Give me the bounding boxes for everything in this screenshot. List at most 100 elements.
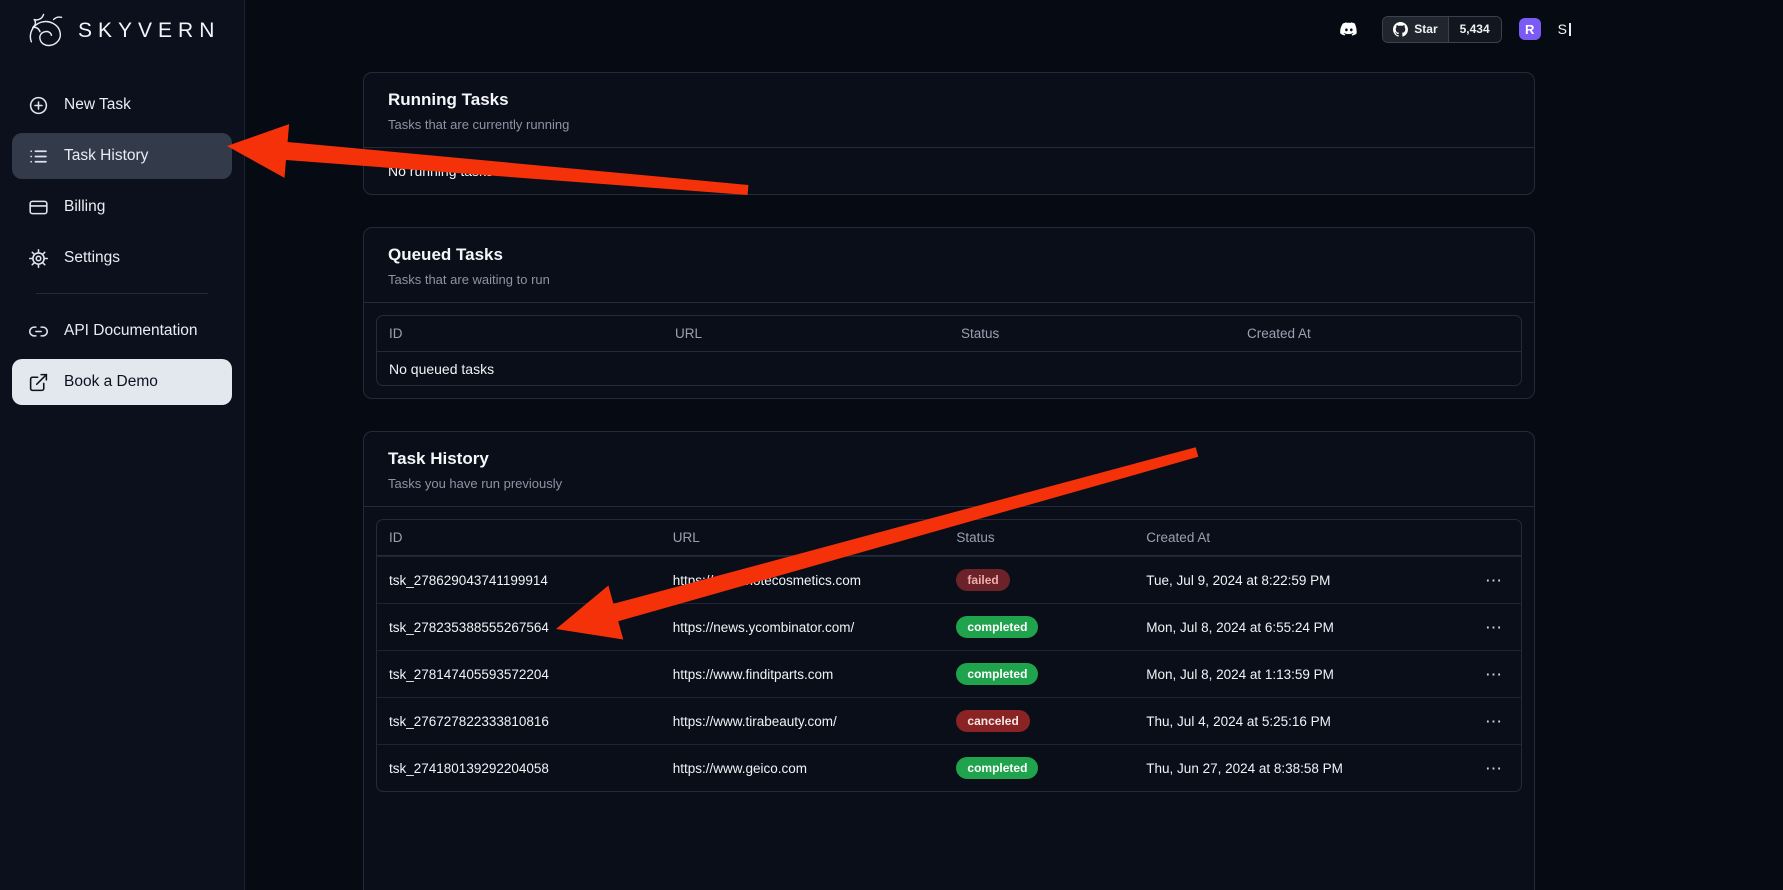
- task-id: tsk_276727822333810816: [377, 698, 661, 744]
- row-actions-button[interactable]: ⋯: [1479, 615, 1509, 640]
- card-title: Task History: [388, 449, 1510, 469]
- column-header-status: Status: [949, 316, 1235, 351]
- github-star-widget[interactable]: Star 5,434: [1382, 16, 1501, 43]
- row-actions-button[interactable]: ⋯: [1479, 709, 1509, 734]
- running-tasks-card: Running Tasks Tasks that are currently r…: [363, 72, 1535, 195]
- task-created-at: Tue, Jul 9, 2024 at 8:22:59 PM: [1134, 557, 1452, 603]
- topbar: Star 5,434 R S: [245, 0, 1783, 58]
- table-row[interactable]: tsk_276727822333810816 https://www.tirab…: [377, 697, 1521, 744]
- task-created-at: Mon, Jul 8, 2024 at 1:13:59 PM: [1134, 651, 1452, 697]
- status-badge: completed: [956, 757, 1038, 779]
- task-actions: ⋯: [1452, 698, 1521, 744]
- github-star-button[interactable]: Star: [1383, 17, 1447, 42]
- task-id: tsk_278235388555267564: [377, 604, 661, 650]
- sidebar-item-new-task[interactable]: New Task: [12, 82, 232, 128]
- task-history-header: Task History Tasks you have run previous…: [364, 432, 1534, 507]
- running-tasks-header: Running Tasks Tasks that are currently r…: [364, 73, 1534, 148]
- sidebar-item-label: Task History: [64, 147, 148, 165]
- table-header-row: ID URL Status Created At: [377, 520, 1521, 556]
- task-url: https://www.geico.com: [661, 745, 945, 791]
- task-status: completed: [944, 651, 1134, 697]
- sidebar-item-billing[interactable]: Billing: [12, 184, 232, 230]
- task-actions: ⋯: [1452, 604, 1521, 650]
- table-row[interactable]: tsk_278147405593572204 https://www.findi…: [377, 650, 1521, 697]
- card-title: Running Tasks: [388, 90, 1510, 110]
- table-row[interactable]: tsk_278629043741199914 https://www.notec…: [377, 556, 1521, 603]
- gear-icon: [28, 248, 49, 269]
- sidebar-nav: New Task Task History Billing Settings: [0, 68, 244, 405]
- table-header-row: ID URL Status Created At: [377, 316, 1521, 352]
- card-title: Queued Tasks: [388, 245, 1510, 265]
- plus-circle-icon: [28, 95, 49, 116]
- task-created-at: Mon, Jul 8, 2024 at 6:55:24 PM: [1134, 604, 1452, 650]
- sidebar-item-task-history[interactable]: Task History: [12, 133, 232, 179]
- row-actions-button[interactable]: ⋯: [1479, 756, 1509, 781]
- card-subtitle: Tasks that are waiting to run: [388, 272, 1510, 287]
- status-badge: completed: [956, 663, 1038, 685]
- row-actions-button[interactable]: ⋯: [1479, 662, 1509, 687]
- task-actions: ⋯: [1452, 651, 1521, 697]
- no-queued-tasks-message: No queued tasks: [377, 352, 506, 385]
- main-content: Running Tasks Tasks that are currently r…: [245, 58, 1783, 890]
- task-url: https://www.tirabeauty.com/: [661, 698, 945, 744]
- row-actions-button[interactable]: ⋯: [1479, 568, 1509, 593]
- sidebar-item-book-a-demo[interactable]: Book a Demo: [12, 359, 232, 405]
- clipped-letter: [1569, 23, 1571, 36]
- status-badge: completed: [956, 616, 1038, 638]
- task-actions: ⋯: [1452, 745, 1521, 791]
- task-url: https://www.notecosmetics.com: [661, 557, 945, 603]
- status-badge: canceled: [956, 710, 1029, 732]
- avatar[interactable]: R: [1519, 18, 1541, 40]
- task-id: tsk_278629043741199914: [377, 557, 661, 603]
- dragon-logo-icon: [22, 8, 68, 54]
- task-id: tsk_278147405593572204: [377, 651, 661, 697]
- list-icon: [28, 146, 49, 167]
- github-star-count[interactable]: 5,434: [1448, 17, 1501, 42]
- sidebar-item-label: New Task: [64, 96, 131, 114]
- brand-logo[interactable]: SKYVERN: [0, 0, 244, 68]
- task-url: https://www.finditparts.com: [661, 651, 945, 697]
- github-icon: [1393, 22, 1408, 37]
- brand-name: SKYVERN: [78, 19, 220, 43]
- task-created-at: Thu, Jun 27, 2024 at 8:38:58 PM: [1134, 745, 1452, 791]
- card-subtitle: Tasks that are currently running: [388, 117, 1510, 132]
- external-link-icon: [28, 372, 49, 393]
- status-badge: failed: [956, 569, 1009, 591]
- card-subtitle: Tasks you have run previously: [388, 476, 1510, 491]
- task-created-at: Thu, Jul 4, 2024 at 5:25:16 PM: [1134, 698, 1452, 744]
- task-status: completed: [944, 745, 1134, 791]
- sidebar-item-label: Book a Demo: [64, 373, 158, 391]
- sidebar-item-label: Billing: [64, 198, 105, 216]
- task-history-card: Task History Tasks you have run previous…: [363, 431, 1535, 890]
- column-header-actions: [1452, 520, 1521, 555]
- column-header-url: URL: [661, 520, 945, 555]
- github-star-label: Star: [1414, 22, 1437, 36]
- sidebar-item-settings[interactable]: Settings: [12, 235, 232, 281]
- queued-tasks-card: Queued Tasks Tasks that are waiting to r…: [363, 227, 1535, 399]
- no-running-tasks-message: No running tasks: [364, 148, 1534, 194]
- column-header-id: ID: [377, 520, 661, 555]
- column-header-id: ID: [377, 316, 663, 351]
- user-name-partial: S: [1558, 21, 1571, 37]
- sidebar-divider: [36, 293, 208, 294]
- sidebar-item-label: API Documentation: [64, 322, 198, 340]
- credit-card-icon: [28, 197, 49, 218]
- task-url: https://news.ycombinator.com/: [661, 604, 945, 650]
- table-row[interactable]: tsk_278235388555267564 https://news.ycom…: [377, 603, 1521, 650]
- task-status: completed: [944, 604, 1134, 650]
- column-header-status: Status: [944, 520, 1134, 555]
- queued-tasks-header: Queued Tasks Tasks that are waiting to r…: [364, 228, 1534, 303]
- sidebar-item-api-documentation[interactable]: API Documentation: [12, 308, 232, 354]
- column-header-url: URL: [663, 316, 949, 351]
- task-id: tsk_274180139292204058: [377, 745, 661, 791]
- column-header-created-at: Created At: [1134, 520, 1452, 555]
- sidebar: SKYVERN New Task Task History Billing: [0, 0, 245, 890]
- link-icon: [28, 321, 49, 342]
- column-header-created-at: Created At: [1235, 316, 1521, 351]
- no-queued-tasks-row: No queued tasks: [377, 352, 1521, 385]
- task-actions: ⋯: [1452, 557, 1521, 603]
- task-status: failed: [944, 557, 1134, 603]
- discord-icon[interactable]: [1335, 17, 1365, 41]
- table-row[interactable]: tsk_274180139292204058 https://www.geico…: [377, 744, 1521, 791]
- queued-tasks-table: ID URL Status Created At No queued tasks: [376, 315, 1522, 386]
